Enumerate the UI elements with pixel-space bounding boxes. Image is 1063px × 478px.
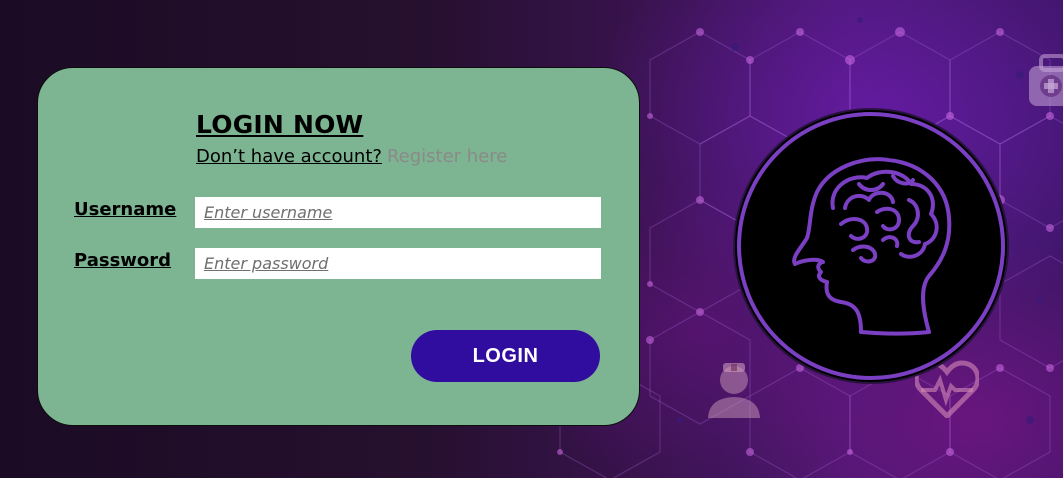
medical-kit-icon	[1029, 54, 1063, 106]
brain-head-icon	[733, 108, 1009, 384]
username-label: Username	[74, 199, 177, 220]
register-prompt: Don’t have account? Register here	[196, 146, 507, 167]
login-card: LOGIN NOW Don’t have account? Register he…	[37, 67, 640, 426]
no-account-text: Don’t have account?	[196, 146, 382, 167]
login-heading: LOGIN NOW	[196, 110, 364, 139]
login-button[interactable]: LOGIN	[411, 330, 600, 382]
password-input[interactable]	[195, 248, 601, 279]
password-label: Password	[74, 250, 172, 271]
register-link[interactable]: Register here	[387, 146, 507, 167]
username-input[interactable]	[195, 197, 601, 228]
